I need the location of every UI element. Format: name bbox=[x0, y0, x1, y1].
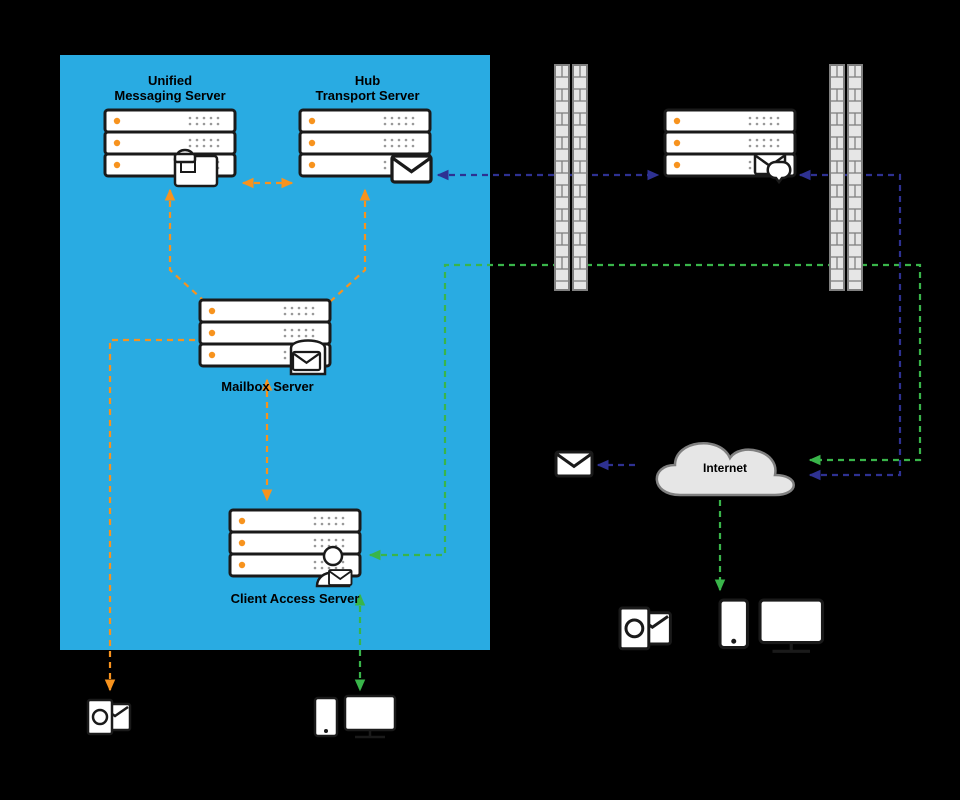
devices-remote-icon bbox=[720, 600, 823, 651]
outlook-remote-icon bbox=[620, 608, 670, 649]
diagram-svg bbox=[0, 0, 960, 800]
um-server-icon bbox=[105, 110, 235, 186]
diagram-stage: UnifiedMessaging Server HubTransport Ser… bbox=[0, 0, 960, 800]
devices-local-icon bbox=[315, 696, 395, 737]
hub-server-label: HubTransport Server bbox=[310, 74, 425, 104]
firewall-outer-icon bbox=[830, 65, 862, 290]
mailbox-server-icon bbox=[200, 300, 330, 374]
um-server-label: UnifiedMessaging Server bbox=[110, 74, 230, 104]
internet-label: Internet bbox=[690, 462, 760, 476]
external-mail-icon bbox=[556, 452, 592, 476]
cas-server-icon bbox=[230, 510, 360, 586]
hub-server-icon bbox=[300, 110, 431, 182]
outlook-local-icon bbox=[88, 700, 130, 734]
firewall-inner-icon bbox=[555, 65, 587, 290]
mailbox-server-label: Mailbox Server bbox=[200, 380, 335, 395]
cas-server-label: Client Access Server bbox=[215, 592, 375, 607]
edge-server-icon bbox=[665, 110, 795, 182]
